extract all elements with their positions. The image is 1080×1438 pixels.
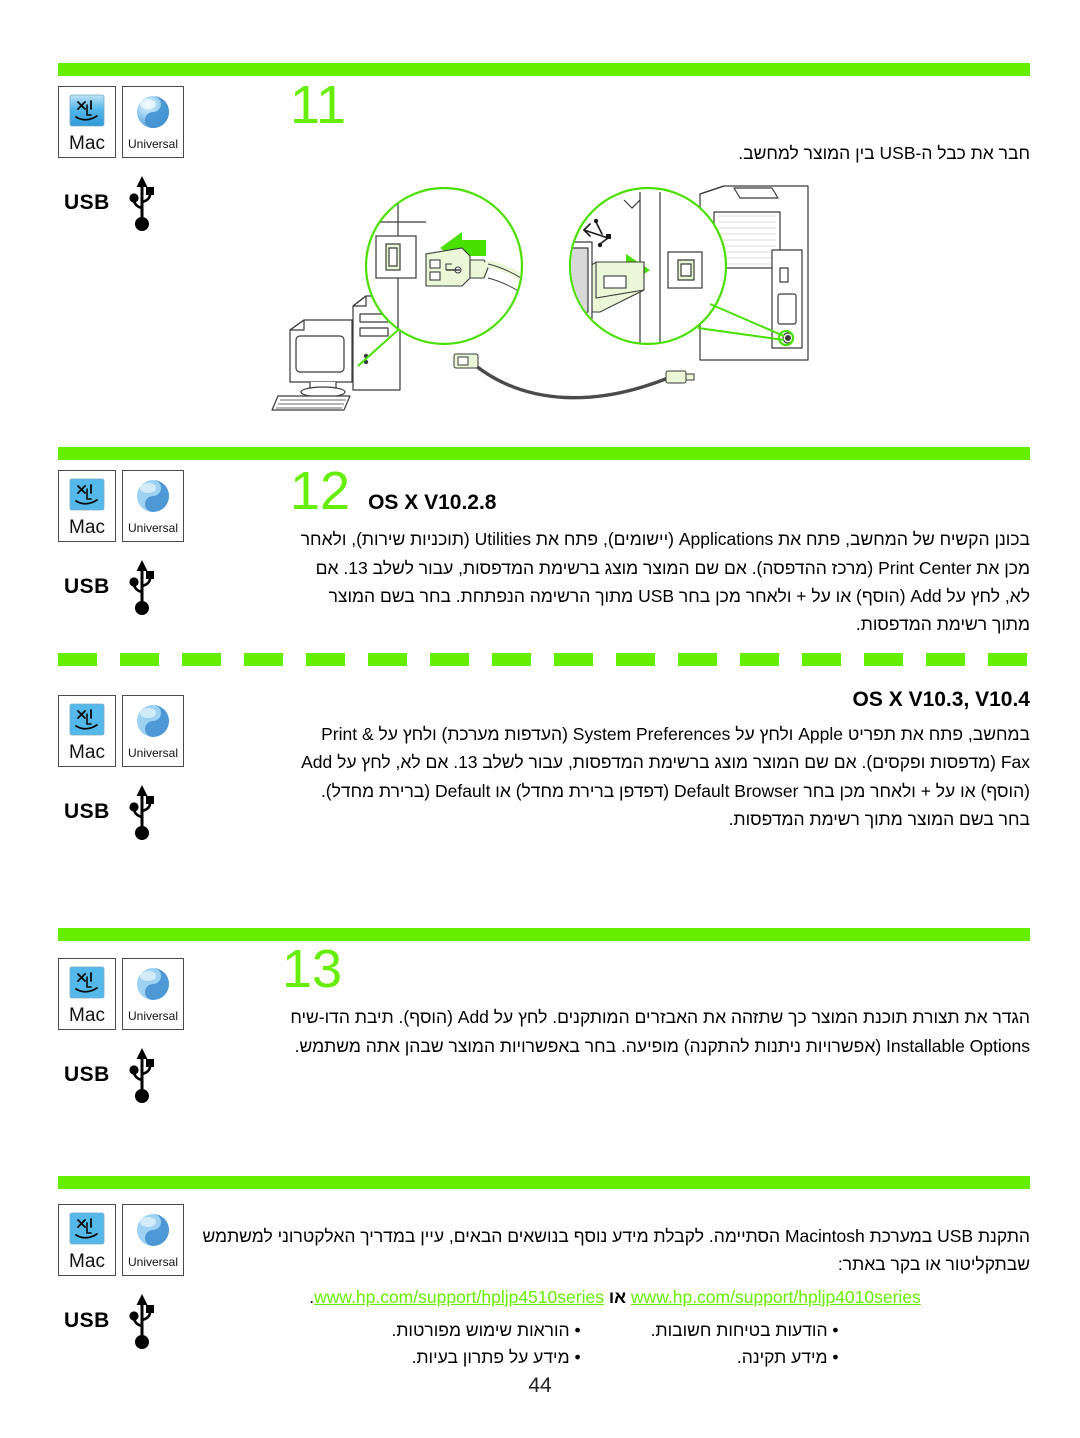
usb-trident-icon bbox=[129, 176, 154, 231]
badge-row: Mac Universal bbox=[58, 695, 238, 767]
section-rule-11 bbox=[58, 63, 1030, 76]
usb-connection-diagram bbox=[271, 185, 809, 411]
list-item: הודעות בטיחות חשובות. bbox=[651, 1317, 839, 1344]
usb-row: USB bbox=[58, 556, 238, 618]
section-divider-dashed bbox=[58, 653, 1030, 666]
step-header-13: 13 bbox=[282, 939, 1030, 999]
mac-finder-face-icon bbox=[69, 478, 105, 511]
bullet-column-left: הודעות בטיחות חשובות. מידע תקינה. bbox=[651, 1317, 839, 1371]
mac-badge: Mac bbox=[58, 695, 116, 767]
usb-row: USB bbox=[58, 781, 238, 843]
os-version-label: OS X V10.2.8 bbox=[368, 491, 497, 514]
universal-badge: Universal bbox=[122, 958, 184, 1030]
mac-badge-label: Mac bbox=[69, 133, 105, 154]
usb-row: USB bbox=[58, 172, 238, 234]
usb-trident-icon bbox=[129, 560, 154, 615]
section-rule-12 bbox=[58, 447, 1030, 460]
list-item: הוראות שימוש מפורטות. bbox=[391, 1317, 580, 1344]
icon-column-11: Mac Universal USB bbox=[58, 86, 238, 234]
usb-row: USB bbox=[58, 1044, 238, 1106]
step-number: 11 bbox=[290, 75, 347, 135]
step-header-11: 11 bbox=[290, 75, 1030, 135]
os-version-label: OS X V10.3, V10.4 bbox=[852, 688, 1030, 711]
universal-badge-label: Universal bbox=[127, 1255, 178, 1269]
universal-badge-label: Universal bbox=[127, 521, 178, 535]
support-url-secondary[interactable]: www.hp.com/support/hpljp4510series bbox=[314, 1283, 604, 1311]
universal-badge-label: Universal bbox=[127, 1009, 178, 1023]
support-url-primary[interactable]: www.hp.com/support/hpljp4010series bbox=[631, 1283, 921, 1311]
usb-trident-icon bbox=[129, 1048, 154, 1103]
mac-badge-label: Mac bbox=[69, 1005, 105, 1026]
universal-badge: Universal bbox=[122, 1204, 184, 1276]
universal-badge: Universal bbox=[122, 470, 184, 542]
usb-label: USB bbox=[64, 191, 110, 214]
badge-row: Mac Universal bbox=[58, 958, 238, 1030]
text-column-support: התקנת USB במערכת Macintosh הסתיימה. לקבל… bbox=[200, 1214, 1030, 1371]
mac-badge: Mac bbox=[58, 958, 116, 1030]
support-links-line: www.hp.com/support/hpljp4010series או ww… bbox=[200, 1283, 1030, 1311]
mac-badge: Mac bbox=[58, 470, 116, 542]
mac-finder-face-icon bbox=[69, 703, 105, 736]
step-number: 13 bbox=[282, 939, 343, 999]
icon-column-13: Mac Universal USB bbox=[58, 958, 238, 1106]
text-column-13: 13 הגדר את תצורת תוכנת המוצר כך שתזהה את… bbox=[282, 939, 1030, 1060]
step-paragraph: הגדר את תצורת תוכנת המוצר כך שתזהה את הא… bbox=[290, 1007, 1030, 1056]
list-item: מידע תקינה. bbox=[651, 1344, 839, 1371]
mac-finder-face-icon bbox=[69, 1212, 105, 1245]
guide-page: Mac Universal USB 11 חבר את כבל ה-USB בי… bbox=[0, 0, 1080, 1438]
badge-row: Mac Universal bbox=[58, 470, 238, 542]
page-number: 44 bbox=[528, 1374, 552, 1397]
text-column-11: 11 חבר את כבל ה-USB בין המוצר למחשב. bbox=[290, 75, 1030, 168]
usb-cable-illustration bbox=[248, 178, 813, 423]
mac-badge: Mac bbox=[58, 86, 116, 158]
universal-sphere-icon bbox=[137, 480, 169, 512]
universal-badge-label: Universal bbox=[127, 746, 178, 760]
mac-badge-label: Mac bbox=[69, 742, 105, 763]
usb-label: USB bbox=[64, 1063, 110, 1086]
step-paragraph: חבר את כבל ה-USB בין המוצר למחשב. bbox=[738, 143, 1030, 164]
bullet-column-right: הוראות שימוש מפורטות. מידע על פתרון בעיו… bbox=[391, 1317, 580, 1371]
mac-badge: Mac bbox=[58, 1204, 116, 1276]
support-paragraph: התקנת USB במערכת Macintosh הסתיימה. לקבל… bbox=[202, 1226, 1030, 1275]
step-header-12: 12 OS X V10.2.8 bbox=[290, 461, 1030, 521]
step-number: 12 bbox=[290, 461, 351, 521]
universal-badge-label: Universal bbox=[127, 137, 178, 151]
usb-trident-icon bbox=[129, 785, 154, 840]
usb-label: USB bbox=[64, 575, 110, 598]
icon-column-12b: Mac Universal USB bbox=[58, 695, 238, 843]
mac-badge-label: Mac bbox=[69, 1251, 105, 1272]
usb-label: USB bbox=[64, 800, 110, 823]
badge-row: Mac Universal bbox=[58, 86, 238, 158]
text-column-12: 12 OS X V10.2.8 בכונן הקשיח של המחשב, פת… bbox=[290, 461, 1030, 639]
mac-badge-label: Mac bbox=[69, 517, 105, 538]
mac-finder-face-icon bbox=[69, 966, 105, 999]
support-bullet-lists: הודעות בטיחות חשובות. מידע תקינה. הוראות… bbox=[200, 1317, 1030, 1371]
universal-badge: Universal bbox=[122, 86, 184, 158]
text-column-12b: OS X V10.3, V10.4 במחשב, פתח את תפריט Ap… bbox=[290, 688, 1030, 833]
step-paragraph: בכונן הקשיח של המחשב, פתח את Application… bbox=[300, 529, 1030, 635]
section-rule-13 bbox=[58, 928, 1030, 941]
universal-badge: Universal bbox=[122, 695, 184, 767]
icon-column-12: Mac Universal USB bbox=[58, 470, 238, 618]
list-item: מידע על פתרון בעיות. bbox=[391, 1344, 580, 1371]
section-rule-support bbox=[58, 1176, 1030, 1189]
step-paragraph: במחשב, פתח את תפריט Apple ולחץ על System… bbox=[301, 724, 1030, 830]
universal-sphere-icon bbox=[137, 96, 169, 128]
usb-label: USB bbox=[64, 1309, 110, 1332]
os-header-12b: OS X V10.3, V10.4 bbox=[290, 688, 1030, 712]
or-conjunction: או bbox=[608, 1286, 627, 1307]
universal-sphere-icon bbox=[137, 705, 169, 737]
universal-sphere-icon bbox=[137, 1214, 169, 1246]
mac-finder-face-icon bbox=[69, 94, 105, 127]
usb-trident-icon bbox=[129, 1294, 154, 1349]
universal-sphere-icon bbox=[137, 968, 169, 1000]
